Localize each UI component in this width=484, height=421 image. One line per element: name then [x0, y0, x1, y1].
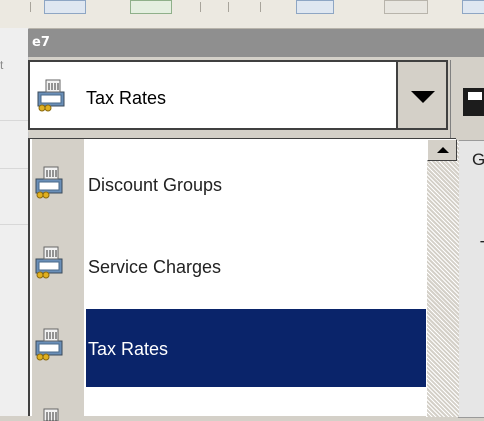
toolbar-panel-icon[interactable]	[296, 0, 334, 14]
toolbar-separator	[200, 2, 201, 12]
tab-label[interactable]: G	[472, 150, 484, 170]
combobox-selected-value: Tax Rates	[86, 88, 167, 108]
background-toolbar	[0, 0, 484, 29]
divider	[0, 224, 28, 225]
list-item-tax-rates[interactable]: Tax Rates	[86, 309, 426, 387]
floppy-disk-icon[interactable]	[463, 88, 484, 116]
ledger-icon	[43, 408, 59, 421]
background-text: t	[0, 58, 4, 72]
toolbar-table-icon[interactable]	[130, 0, 172, 14]
category-combobox[interactable]: Tax Rates	[28, 60, 448, 132]
toolbar-view-icon[interactable]	[462, 0, 484, 14]
list-item-service-charges[interactable]: Service Charges	[86, 243, 426, 293]
dropdown-list[interactable]: Discount Groups Service Charges Tax Rate…	[28, 138, 459, 421]
list-item-discount-groups[interactable]: Discount Groups	[86, 161, 426, 211]
ledger-icon	[35, 246, 63, 279]
toolbar-separator	[260, 2, 261, 12]
toolbar-grid-icon[interactable]	[44, 0, 86, 14]
divider	[0, 120, 28, 121]
dialog-title: e7	[32, 35, 50, 50]
ledger-icon	[37, 79, 65, 112]
list-item-label: Tax Rates	[88, 339, 169, 359]
toolbar-chart-icon[interactable]	[384, 0, 428, 14]
background-app-strip: t	[0, 28, 29, 416]
toolbar-separator	[30, 2, 31, 12]
combobox-dropdown-button[interactable]	[396, 60, 448, 130]
list-item-label: Service Charges	[88, 257, 222, 277]
dialog-title-bar[interactable]: e7	[28, 29, 484, 57]
tab-panel	[458, 140, 484, 418]
field-label: T	[480, 238, 484, 259]
list-item-label: Discount Groups	[88, 175, 223, 195]
ledger-icon	[35, 328, 63, 361]
divider	[0, 168, 28, 169]
triangle-up-icon	[437, 147, 449, 153]
toolbar-separator	[228, 2, 229, 12]
triangle-down-icon	[411, 91, 435, 103]
combobox-field[interactable]: Tax Rates	[28, 60, 396, 130]
ledger-icon	[35, 166, 63, 199]
scroll-up-button[interactable]	[427, 139, 457, 161]
list-scrollbar[interactable]	[426, 139, 459, 417]
